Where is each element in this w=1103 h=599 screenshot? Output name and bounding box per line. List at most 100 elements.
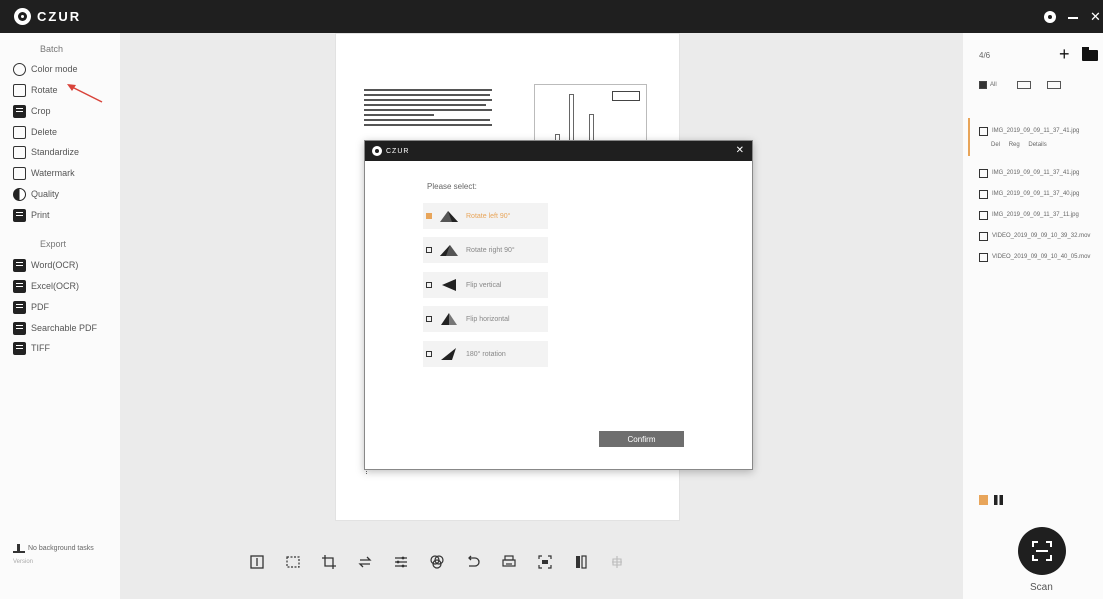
minimize-icon[interactable] — [1068, 17, 1078, 19]
file-checkbox[interactable] — [979, 189, 988, 199]
filter-image[interactable] — [1017, 81, 1031, 89]
flip-horizontal-icon — [441, 313, 457, 325]
dialog-close-icon[interactable]: ✕ — [736, 145, 744, 156]
scan-label: Scan — [1030, 582, 1053, 593]
option-label: Rotate left 90° — [466, 212, 511, 220]
sidebar-item-rotate[interactable]: Rotate — [13, 82, 58, 98]
video-filter-icon — [1047, 81, 1061, 89]
list-view-icon[interactable] — [979, 495, 988, 505]
confirm-button[interactable]: Confirm — [599, 431, 684, 447]
background-tasks-label: No background tasks — [28, 545, 94, 552]
title-bar: CZUR ✕ — [0, 0, 1103, 33]
searchable-pdf-icon — [13, 321, 26, 335]
register-link[interactable]: Reg — [1009, 142, 1020, 148]
excel-icon — [13, 279, 26, 293]
app-brand: CZUR — [14, 8, 81, 25]
sidebar-item-excel-ocr[interactable]: Excel(OCR) — [13, 278, 79, 294]
sidebar-item-label: Print — [31, 210, 50, 220]
czur-logo-icon — [14, 8, 31, 25]
flip-vertical-icon — [442, 279, 456, 291]
file-checkbox[interactable] — [979, 252, 988, 262]
details-link[interactable]: Details — [1028, 142, 1046, 148]
left-sidebar: Batch Color mode Rotate Crop Delete Stan… — [0, 33, 120, 599]
radio-button[interactable] — [426, 282, 432, 288]
radio-button[interactable] — [426, 351, 432, 357]
file-name: IMG_2019_09_09_11_37_40.jpg — [992, 191, 1080, 197]
app-title: CZUR — [37, 9, 82, 24]
file-item[interactable]: IMG_2019_09_09_11_37_41.jpg — [979, 167, 1101, 179]
file-checkbox[interactable] — [979, 231, 988, 241]
swap-icon[interactable] — [358, 555, 372, 569]
rotate-180-icon — [441, 348, 456, 360]
file-name: IMG_2019_09_09_11_37_41.jpg — [992, 128, 1080, 134]
undo-icon[interactable] — [466, 555, 480, 569]
standardize-icon — [13, 145, 26, 159]
crop-icon[interactable] — [322, 555, 336, 569]
file-name: IMG_2019_09_09_11_37_11.jpg — [992, 212, 1079, 218]
split-icon[interactable] — [610, 555, 624, 569]
option-rotate-left[interactable]: Rotate left 90° — [423, 203, 548, 229]
adjust-icon[interactable] — [394, 555, 408, 569]
file-item[interactable]: IMG_2019_09_09_11_37_41.jpg — [979, 125, 1101, 137]
sidebar-item-quality[interactable]: Quality — [13, 186, 59, 202]
option-label: Rotate right 90° — [466, 246, 515, 254]
merge-icon[interactable] — [574, 555, 588, 569]
sidebar-item-label: Color mode — [31, 64, 78, 74]
add-icon[interactable]: + — [1059, 45, 1070, 63]
sidebar-item-label: Searchable PDF — [31, 323, 98, 333]
export-section-title: Export — [40, 239, 67, 249]
sidebar-item-crop[interactable]: Crop — [13, 103, 51, 119]
file-item[interactable]: VIDEO_2019_09_09_10_39_32.mov — [979, 230, 1101, 242]
file-name: IMG_2019_09_09_11_37_41.jpg — [992, 170, 1080, 176]
file-item[interactable]: VIDEO_2019_09_09_10_40_05.mov — [979, 251, 1101, 263]
delete-link[interactable]: Del — [991, 142, 1000, 148]
radio-button[interactable] — [426, 316, 432, 322]
sidebar-item-standardize[interactable]: Standardize — [13, 144, 79, 160]
file-checkbox[interactable] — [979, 126, 988, 136]
grid-view-icon[interactable] — [994, 495, 1003, 505]
option-label: 180° rotation — [466, 350, 506, 358]
option-flip-vertical[interactable]: Flip vertical — [423, 272, 548, 298]
sidebar-item-color-mode[interactable]: Color mode — [13, 61, 78, 77]
filter-all[interactable]: All — [979, 81, 997, 89]
sidebar-item-tiff[interactable]: TIFF — [13, 340, 50, 356]
print-icon[interactable] — [502, 555, 516, 569]
sidebar-item-pdf[interactable]: PDF — [13, 299, 49, 315]
option-label: Flip horizontal — [466, 315, 510, 323]
close-icon[interactable]: ✕ — [1090, 9, 1101, 25]
ocr-icon[interactable] — [538, 555, 552, 569]
rotate-icon — [13, 83, 26, 97]
color-mode-icon[interactable] — [430, 555, 444, 569]
option-flip-horizontal[interactable]: Flip horizontal — [423, 306, 548, 332]
folder-icon[interactable] — [1082, 47, 1098, 61]
sidebar-item-delete[interactable]: Delete — [13, 124, 57, 140]
file-checkbox[interactable] — [979, 168, 988, 178]
radio-button[interactable] — [426, 213, 432, 219]
filter-video[interactable] — [1047, 81, 1061, 89]
option-rotate-right[interactable]: Rotate right 90° — [423, 237, 548, 263]
radio-button[interactable] — [426, 247, 432, 253]
file-item[interactable]: IMG_2019_09_09_11_37_11.jpg — [979, 209, 1101, 221]
sidebar-item-print[interactable]: Print — [13, 207, 50, 223]
sidebar-item-word-ocr[interactable]: Word(OCR) — [13, 257, 78, 273]
file-item[interactable]: IMG_2019_09_09_11_37_40.jpg — [979, 188, 1101, 200]
watermark-icon — [13, 166, 26, 180]
file-checkbox[interactable] — [979, 210, 988, 220]
sidebar-item-watermark[interactable]: Watermark — [13, 165, 75, 181]
checkbox-all[interactable] — [979, 81, 987, 89]
active-file-indicator — [968, 118, 970, 156]
option-rotate-180[interactable]: 180° rotation — [423, 341, 548, 367]
sidebar-item-label: PDF — [31, 302, 49, 312]
settings-gear-icon[interactable] — [1044, 11, 1056, 23]
scan-button[interactable] — [1018, 527, 1066, 575]
pdf-icon — [13, 300, 26, 314]
sidebar-item-searchable-pdf[interactable]: Searchable PDF — [13, 320, 97, 336]
sidebar-item-label: Quality — [31, 189, 60, 199]
czur-logo-icon — [372, 146, 382, 156]
select-area-icon[interactable] — [286, 555, 300, 569]
rotate-right-icon — [440, 245, 458, 256]
file-name: VIDEO_2019_09_09_10_40_05.mov — [992, 254, 1091, 260]
red-arrow-annotation-icon — [67, 84, 103, 103]
word-icon — [13, 258, 26, 272]
text-box-icon[interactable] — [250, 555, 264, 569]
